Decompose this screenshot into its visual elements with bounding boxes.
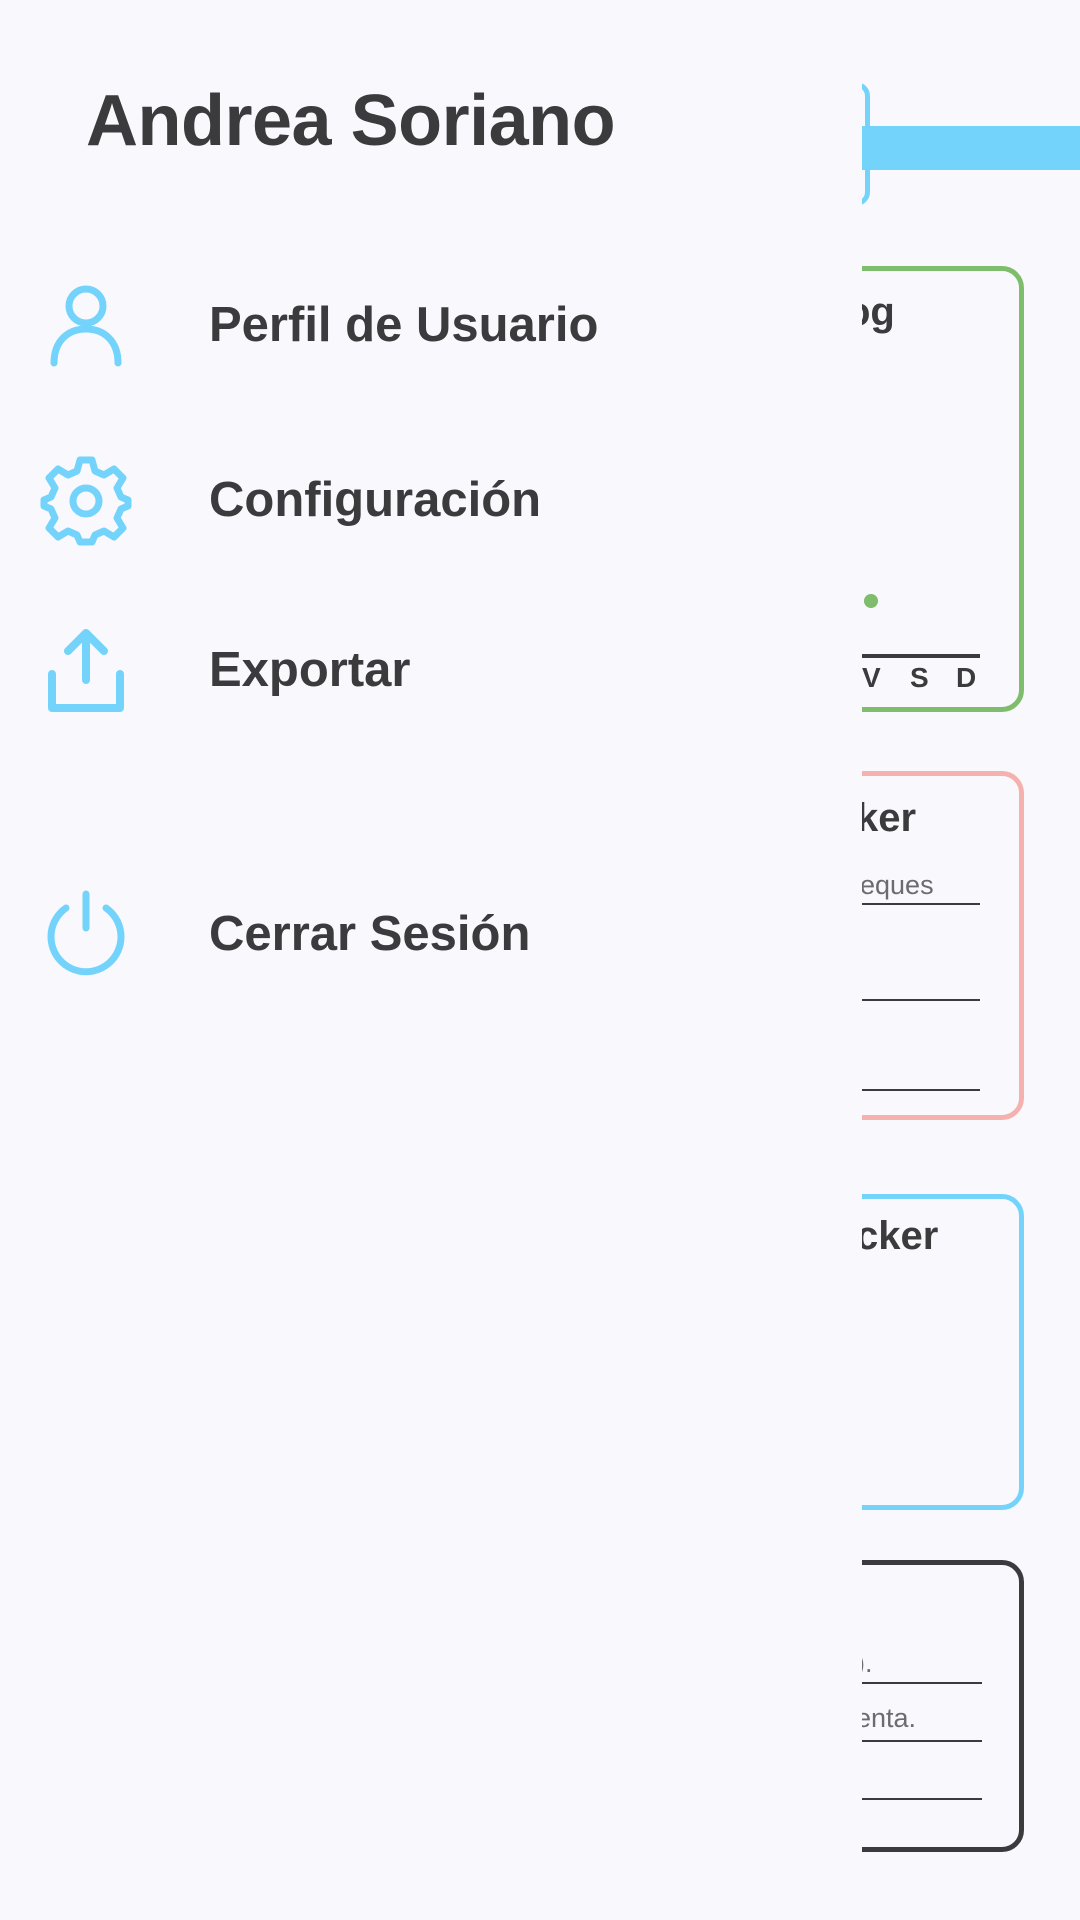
menu-item-label: Cerrar Sesión: [209, 907, 531, 961]
notes-card-line: enta.: [856, 1703, 917, 1733]
day-label: V: [862, 662, 881, 693]
menu-item-label: Perfil de Usuario: [209, 298, 599, 352]
upload-icon: [40, 624, 132, 716]
tracker-card-red-title: ker: [856, 796, 917, 840]
chart-point: [864, 594, 878, 608]
menu-item-profile[interactable]: Perfil de Usuario: [40, 270, 760, 380]
user-name: Andrea Soriano: [86, 81, 616, 161]
menu-item-settings[interactable]: Configuración: [40, 445, 760, 555]
day-label: S: [910, 662, 929, 693]
tracker-card-red-text: eques: [860, 870, 934, 900]
menu-item-label: Configuración: [209, 473, 542, 527]
menu-item-logout[interactable]: Cerrar Sesión: [40, 879, 760, 989]
menu-item-label: Exportar: [209, 643, 411, 697]
day-label: D: [956, 662, 977, 693]
navigation-drawer: Andrea Soriano Perfil de Usuario Configu…: [0, 0, 862, 1920]
user-icon: [40, 279, 132, 371]
gear-icon: [40, 454, 132, 546]
menu-item-export[interactable]: Exportar: [40, 615, 760, 725]
power-icon: [40, 888, 132, 980]
bg-header-bar: [850, 126, 1080, 170]
tracker-card-blue-title: cker: [856, 1214, 939, 1258]
